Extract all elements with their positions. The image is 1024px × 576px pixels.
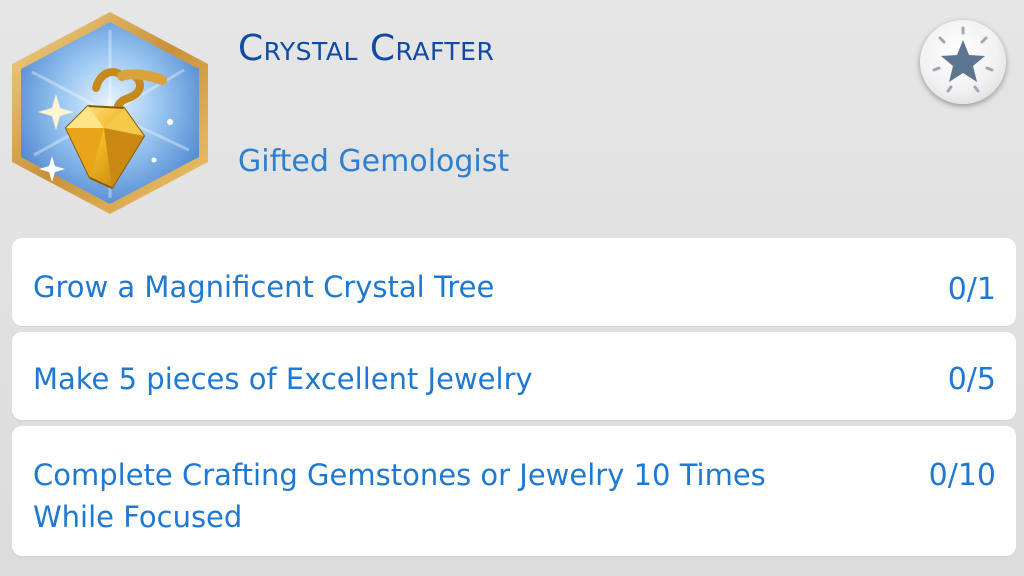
goal-row[interactable]: Make 5 pieces of Excellent Jewelry 0/5 [12,332,1016,420]
crystal-jewelry-badge-icon [4,10,216,216]
goal-text: Make 5 pieces of Excellent Jewelry [33,362,533,396]
goal-row[interactable]: Complete Crafting Gemstones or Jewelry 1… [12,426,1016,556]
goal-list: Grow a Magnificent Crystal Tree 0/1 Make… [12,238,1016,562]
goal-progress: 0/10 [928,458,996,493]
goal-row[interactable]: Grow a Magnificent Crystal Tree 0/1 [12,238,1016,326]
goal-text: Grow a Magnificent Crystal Tree [33,270,495,304]
star-icon [932,26,994,93]
aspiration-panel: Crystal Crafter Gifted Gemologist Grow a… [0,0,1024,576]
aspiration-title: Crystal Crafter [238,28,495,69]
goal-text: Complete Crafting Gemstones or Jewelry 1… [33,458,766,534]
goal-progress: 0/1 [947,272,996,307]
goal-progress: 0/5 [947,362,996,397]
milestone-title: Gifted Gemologist [238,144,510,179]
star-button[interactable] [920,20,1006,104]
